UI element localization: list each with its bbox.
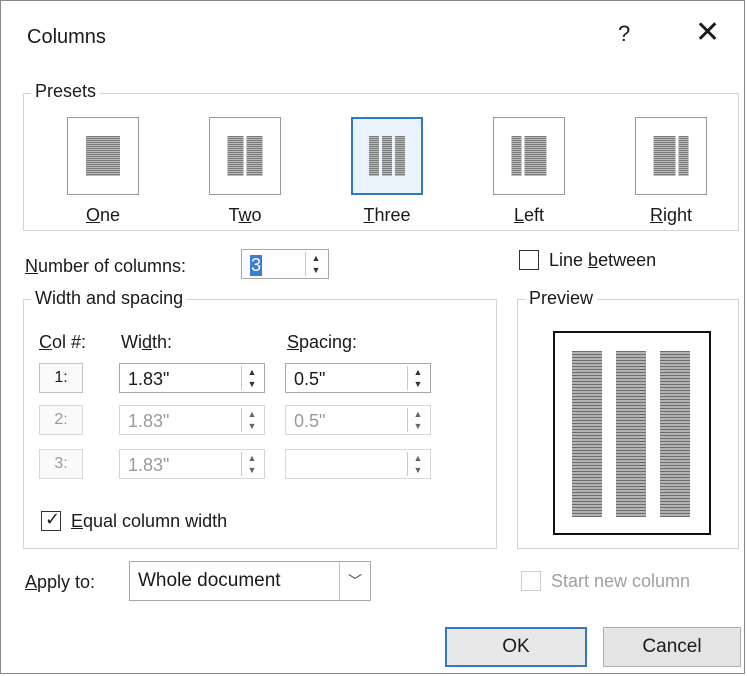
preset-left-icon xyxy=(511,136,547,176)
equal-column-width-checkbox[interactable]: ✓ xyxy=(41,509,61,531)
preset-one-button[interactable] xyxy=(67,117,139,195)
preview-column-3 xyxy=(660,351,690,517)
preset-one-label: One xyxy=(85,205,121,225)
start-new-column-label: Start new column xyxy=(551,571,691,591)
apply-to-dropdown[interactable]: Whole document ﹀ xyxy=(129,561,371,601)
preview-group-label: Preview xyxy=(525,288,598,309)
checkmark-icon: ✓ xyxy=(45,509,61,529)
line-between-checkbox[interactable] xyxy=(519,250,539,270)
spacing-header: Spacing: xyxy=(287,332,358,352)
number-of-columns-label: Number of columns: xyxy=(25,256,187,276)
dialog-title: Columns xyxy=(27,26,106,48)
preset-two-icon xyxy=(227,136,263,176)
preset-left-label: Left xyxy=(513,205,545,225)
col-number-3: 3: xyxy=(39,449,83,479)
spinner-arrows: ▲ ▼ xyxy=(407,408,428,432)
spinner-arrows: ▲ ▼ xyxy=(407,452,428,476)
col-number-2: 2: xyxy=(39,405,83,435)
preset-left-button[interactable] xyxy=(493,117,565,195)
spinner-arrows[interactable]: ▲ ▼ xyxy=(305,252,326,276)
preset-three-label: Three xyxy=(363,205,411,225)
col-1-width-spinner[interactable]: 1.83" ▲ ▼ xyxy=(119,363,265,393)
col-1-spacing-spinner[interactable]: 0.5" ▲ ▼ xyxy=(285,363,431,393)
start-new-column-checkbox xyxy=(521,571,541,591)
preset-right-button[interactable] xyxy=(635,117,707,195)
close-icon[interactable]: ✕ xyxy=(695,15,720,50)
cancel-button[interactable]: Cancel xyxy=(603,627,741,667)
chevron-down-icon[interactable]: ﹀ xyxy=(339,562,370,600)
preset-right-label: Right xyxy=(649,205,693,225)
col-3-spacing-spinner: ▲ ▼ xyxy=(285,449,431,479)
spinner-arrows[interactable]: ▲ ▼ xyxy=(241,366,262,390)
col-2-width-spinner: 1.83" ▲ ▼ xyxy=(119,405,265,435)
help-button[interactable]: ? xyxy=(618,21,630,47)
col-number-1: 1: xyxy=(39,363,83,393)
width-header: Width: xyxy=(121,332,173,352)
width-spacing-group-label: Width and spacing xyxy=(31,288,188,309)
presets-group-label: Presets xyxy=(31,81,101,102)
preset-two-button[interactable] xyxy=(209,117,281,195)
col-2-spacing-spinner: 0.5" ▲ ▼ xyxy=(285,405,431,435)
col-3-width-spinner: 1.83" ▲ ▼ xyxy=(119,449,265,479)
apply-to-label: Apply to: xyxy=(25,572,96,592)
preset-one-icon xyxy=(86,136,120,176)
preset-three-icon xyxy=(369,136,405,176)
number-of-columns-spinner[interactable]: 3 ▲ ▼ xyxy=(241,249,329,279)
equal-column-width-label: Equal column width xyxy=(71,511,228,531)
spinner-arrows[interactable]: ▲ ▼ xyxy=(407,366,428,390)
preset-two-label: Two xyxy=(228,205,262,225)
spinner-arrows: ▲ ▼ xyxy=(241,452,262,476)
preview-page xyxy=(553,331,711,535)
spinner-arrows: ▲ ▼ xyxy=(241,408,262,432)
preset-right-icon xyxy=(653,136,689,176)
col-number-header: Col #: xyxy=(39,332,87,352)
columns-dialog: Columns ? ✕ Presets One Two Three Left R… xyxy=(0,0,745,674)
line-between-label: Line between xyxy=(549,250,657,270)
ok-button[interactable]: OK xyxy=(445,627,587,667)
preview-column-1 xyxy=(572,351,602,517)
preset-three-button[interactable] xyxy=(351,117,423,195)
preview-column-2 xyxy=(616,351,646,517)
